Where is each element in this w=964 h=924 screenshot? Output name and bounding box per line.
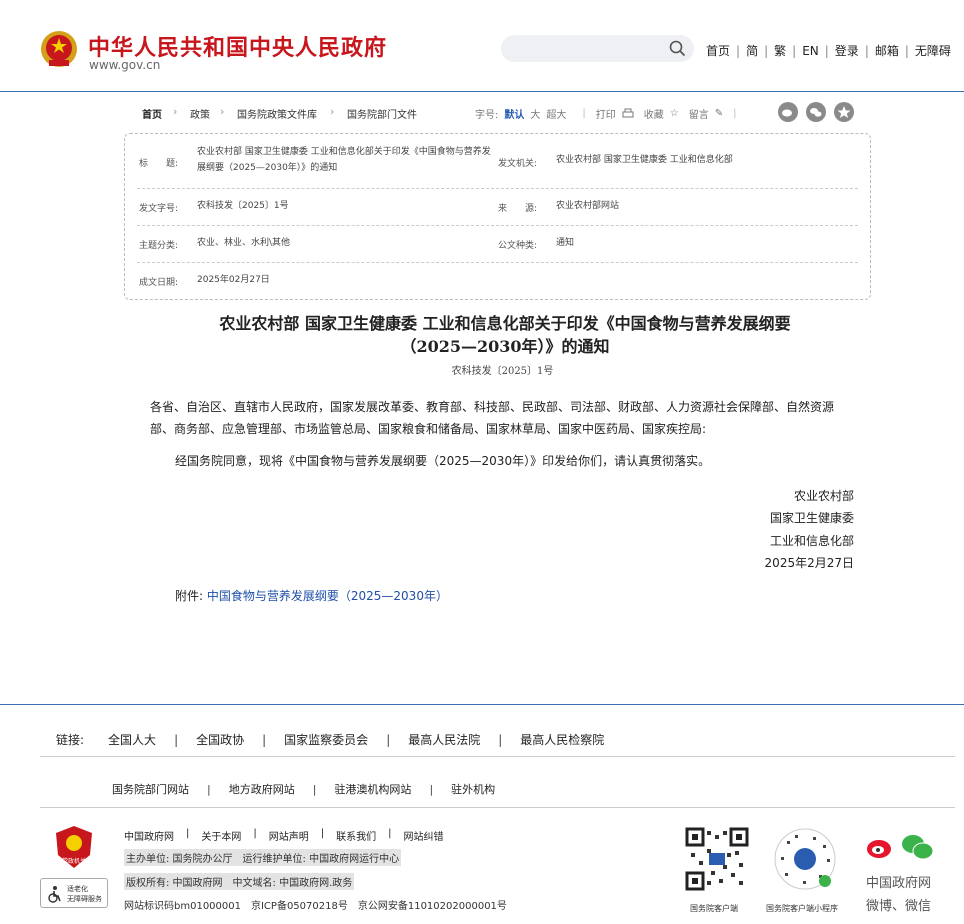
divider [40,756,955,757]
pencil-icon[interactable]: ✎ [715,108,723,119]
font-large-button[interactable]: 大 [530,106,540,121]
title-value: 农业农村部 国家卫生健康委 工业和信息化部关于印发《中国食物与营养发展纲要（20… [197,147,491,173]
weibo-share-icon[interactable] [778,102,798,122]
document-number: 农科技发〔2025〕1号 [451,366,554,377]
breadcrumb-home[interactable]: 首页 [142,106,162,121]
doc-type-label: 公文种类: [498,241,538,251]
sign-date: 2025年2月27日 [764,556,854,570]
print-icon[interactable] [622,108,634,119]
search-icon[interactable] [669,40,686,57]
source-label: 来 源: [498,204,538,214]
link-court[interactable]: 最高人民法院 [408,731,480,748]
favorite-share-icon[interactable] [834,102,854,122]
footer-link-govcn[interactable]: 中国政府网 [124,828,174,843]
favorite-button[interactable]: 收藏 [644,106,664,121]
link-procuratorate[interactable]: 最高人民检察院 [520,731,604,748]
qr-miniprogram-caption: 国务院客户端小程序 [766,904,838,913]
title-line-1: 农业农村部 国家卫生健康委 工业和信息化部关于印发《中国食物与营养发展纲要 [219,314,791,333]
comment-button[interactable]: 留言 [689,106,709,121]
doc-number-label: 发文字号: [139,204,179,214]
nav-login[interactable]: 登录 [835,42,859,59]
footer-links-row-1: 链接: 全国人大 | 全国政协 | 国家监察委员会 | 最高人民法院 | 最高人民检察院 [56,731,605,748]
star-icon[interactable]: ☆ [670,108,679,119]
topic-value: 农业、林业、水利\其他 [197,238,291,248]
footer-link-correction[interactable]: 网站纠错 [404,828,444,843]
link-local-gov[interactable]: 地方政府网站 [229,781,295,797]
signer-miit: 工业和信息化部 [769,534,854,548]
site-url: www.gov.cn [89,58,161,72]
nav-simplified[interactable]: 简 [746,42,758,59]
print-button[interactable]: 打印 [596,106,616,121]
elderly-accessibility-badge[interactable]: 适老化 无障碍服务 [40,878,108,908]
font-xlarge-button[interactable]: 超大 [546,106,566,121]
nav-mail[interactable]: 邮箱 [875,42,899,59]
doc-number-value: 农科技发〔2025〕1号 [197,201,289,211]
access-text-1: 适老化 [67,885,88,893]
links-label: 链接: [56,733,85,747]
nav-home[interactable]: 首页 [706,42,730,59]
issuer-value: 农业农村部 国家卫生健康委 工业和信息化部 [556,155,733,165]
font-size-label: 字号: [475,109,499,121]
site-header: 中华人民共和国中央人民政府 www.gov.cn 首页 | 简 | 繁 | EN | 登… [0,0,964,92]
article-tools: 字号: 默认 大 超大 | 打印 收藏 ☆ 留言 ✎ | [475,106,737,121]
attachment-label: 附件: [175,589,204,603]
breadcrumb-dept-docs[interactable]: 国务院部门文件 [347,106,417,121]
date-label: 成文日期: [139,278,179,288]
breadcrumb: 首页 › 政策 › 国务院政策文件库 › 国务院部门文件 字号: 默认 大 超大… [140,102,860,123]
social-caption-1: 中国政府网 [866,876,932,891]
recipients-paragraph: 各省、自治区、直辖市人民政府，国家发展改革委、教育部、科技部、民政部、司法部、财… [150,400,835,436]
footer-link-about[interactable]: 关于本网 [201,828,241,843]
qr-code-app-icon [685,827,749,891]
weibo-wechat-icon[interactable] [865,832,937,862]
top-nav: 首页 | 简 | 繁 | EN | 登录 | 邮箱 | 无障碍 [706,42,951,59]
wechat-share-icon[interactable] [806,102,826,122]
search-input[interactable] [501,35,694,62]
topic-label: 主题分类: [139,241,179,251]
chevron-right-icon: › [220,105,225,118]
attachment: 附件: 中国食物与营养发展纲要（2025—2030年） [175,587,448,604]
signer-moa: 农业农村部 [793,489,854,503]
chevron-right-icon: › [173,105,178,118]
title-label: 标 题: [139,159,179,169]
breadcrumb-policy[interactable]: 政策 [190,106,210,121]
badge-text: 党政机关 [62,857,86,865]
breadcrumb-policy-library[interactable]: 国务院政策文件库 [237,106,317,121]
accessibility-icon [48,886,61,903]
footer-site-links: 中国政府网 | 关于本网 | 网站声明 | 联系我们 | 网站纠错 [124,828,444,843]
title-line-2: （2025—2030年）》的通知 [400,337,610,356]
copyright-info: 版权所有: 中国政府网 中文域名: 中国政府网.政务 [124,873,355,890]
link-nsc[interactable]: 国家监察委员会 [284,731,368,748]
chevron-right-icon: › [330,105,335,118]
font-default-button[interactable]: 默认 [504,106,524,121]
link-hk-macao[interactable]: 驻港澳机构网站 [334,781,411,797]
source-value: 农业农村部网站 [556,201,620,211]
document-info-box: 标 题: 农业农村部 国家卫生健康委 工业和信息化部关于印发《中国食物与营养发展… [124,133,871,300]
sponsor-info: 主办单位: 国务院办公厅 运行维护单位: 中国政府网运行中心 [124,849,402,866]
date-value: 2025年02月27日 [197,275,270,285]
attachment-link[interactable]: 中国食物与营养发展纲要（2025—2030年） [207,589,448,603]
qr-code-miniprogram-icon [774,828,836,890]
body-paragraph: 经国务院同意，现将《中国食物与营养发展纲要（2025—2030年）》印发给你们，… [175,454,711,468]
access-text-2: 无障碍服务 [67,895,102,903]
national-emblem-icon[interactable] [40,30,78,70]
link-overseas[interactable]: 驻外机构 [451,781,495,797]
nav-english[interactable]: EN [802,44,819,58]
issuer-label: 发文机关: [498,159,538,169]
qr-app-caption: 国务院客户端 [690,904,738,913]
footer-link-contact[interactable]: 联系我们 [336,828,376,843]
page-title: 农业农村部 国家卫生健康委 工业和信息化部关于印发《中国食物与营养发展纲要 （2… [140,312,870,358]
icp-info: 网站标识码bm01000001 京ICP备05070218号 京公网安备1101… [124,901,507,912]
footer-links-row-2: 国务院部门网站 | 地方政府网站 | 驻港澳机构网站 | 驻外机构 [112,781,496,797]
nav-accessibility[interactable]: 无障碍 [915,42,951,59]
link-npc[interactable]: 全国人大 [108,731,156,748]
divider [40,807,955,808]
nav-traditional[interactable]: 繁 [774,42,786,59]
signer-nhc: 国家卫生健康委 [769,511,854,525]
footer-link-statement[interactable]: 网站声明 [269,828,309,843]
party-gov-badge-icon[interactable]: 党政机关 [54,825,94,869]
doc-type-value: 通知 [556,238,575,248]
link-dept-sites[interactable]: 国务院部门网站 [112,781,189,797]
social-caption-2: 微博、微信 [866,899,932,914]
link-cppcc[interactable]: 全国政协 [196,731,244,748]
